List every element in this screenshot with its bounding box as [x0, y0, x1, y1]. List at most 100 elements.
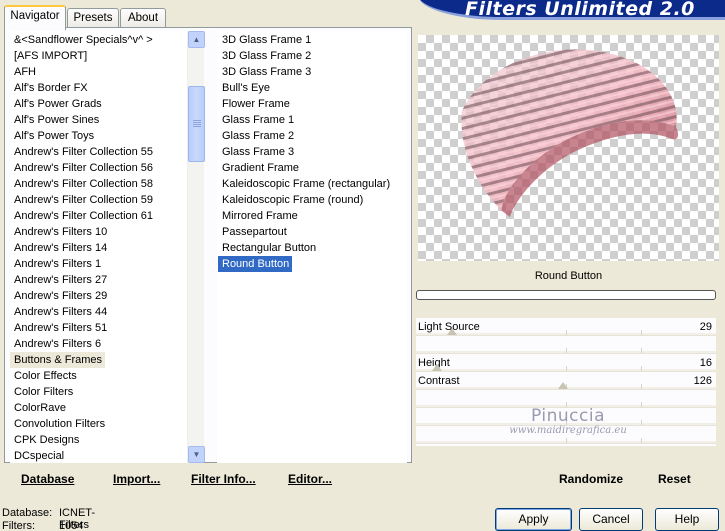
filters-count: 1054: [59, 520, 84, 531]
filter-item[interactable]: Gradient Frame: [218, 160, 302, 176]
category-item[interactable]: ColorRave: [10, 400, 69, 416]
selected-filter-name: Round Button: [534, 270, 603, 282]
filter-item[interactable]: 3D Glass Frame 1: [218, 32, 314, 48]
category-item[interactable]: Andrew's Filters 44: [10, 304, 110, 320]
watermark: Pinuccia www.maidiregrafica.eu: [458, 406, 678, 436]
category-item[interactable]: Alf's Power Grads: [10, 96, 105, 112]
filter-item[interactable]: Flower Frame: [218, 96, 293, 112]
category-item[interactable]: Buttons & Frames: [10, 352, 106, 368]
category-item[interactable]: [AFS IMPORT]: [10, 48, 90, 64]
filter-item-label: Kaleidoscopic Frame (round): [222, 194, 364, 206]
category-item[interactable]: Color Effects: [10, 368, 80, 384]
slider-value: 29: [699, 321, 712, 333]
tab-about[interactable]: About: [120, 8, 166, 28]
filter-list[interactable]: 3D Glass Frame 1 3D Glass Frame 2 3D Glass…: [217, 31, 407, 463]
slider-row[interactable]: Contrast 126: [416, 372, 716, 390]
import-button[interactable]: Import...: [113, 472, 160, 486]
filters-status: Filters: 1054: [2, 520, 83, 531]
filter-item[interactable]: Rectangular Button: [218, 240, 319, 256]
filter-item-label: Flower Frame: [222, 98, 290, 110]
category-item[interactable]: &<Sandflower Specials^v^ >: [10, 32, 156, 48]
filter-item[interactable]: Glass Frame 1: [218, 112, 297, 128]
filter-item[interactable]: Round Button: [218, 256, 293, 272]
filter-item[interactable]: Kaleidoscopic Frame (rectangular): [218, 176, 393, 192]
tab-navigator[interactable]: Navigator: [4, 5, 66, 30]
filters-label: Filters:: [2, 520, 35, 531]
scroll-up-icon[interactable]: ▲: [188, 31, 205, 48]
scroll-thumb[interactable]: [188, 86, 205, 162]
category-item[interactable]: Andrew's Filters 14: [10, 240, 110, 256]
filter-item-label: 3D Glass Frame 1: [222, 34, 312, 46]
filter-item-label: 3D Glass Frame 3: [222, 66, 312, 78]
category-item[interactable]: Convolution Filters: [10, 416, 108, 432]
slider-row[interactable]: Light Source 29: [416, 318, 716, 336]
category-item[interactable]: Andrew's Filters 27: [10, 272, 110, 288]
filter-item[interactable]: Passepartout: [218, 224, 290, 240]
category-item[interactable]: Andrew's Filters 29: [10, 288, 110, 304]
category-item[interactable]: CPK Designs: [10, 432, 82, 448]
slider-row[interactable]: Height 16: [416, 354, 716, 372]
category-item[interactable]: Andrew's Filters 6: [10, 336, 104, 352]
category-scrollbar[interactable]: ▲ ▼: [187, 31, 205, 463]
editor-button[interactable]: Editor...: [288, 472, 332, 486]
category-item[interactable]: Andrew's Filter Collection 58: [10, 176, 156, 192]
filter-item[interactable]: Glass Frame 3: [218, 144, 297, 160]
slider-tick: [566, 330, 567, 335]
category-list[interactable]: &<Sandflower Specials^v^ > [AFS IMPORT] AF…: [10, 31, 204, 463]
category-item[interactable]: DCspecial: [10, 448, 67, 463]
filter-item-label: Rectangular Button: [222, 242, 317, 254]
slider-tick: [641, 438, 642, 443]
scroll-down-icon[interactable]: ▼: [188, 446, 205, 463]
category-item[interactable]: Andrew's Filters 1: [10, 256, 104, 272]
app-title: Filters Unlimited 2.0: [465, 0, 695, 20]
slider-row[interactable]: [416, 336, 716, 354]
category-item[interactable]: Alf's Border FX: [10, 80, 91, 96]
slider-label: Contrast: [418, 375, 460, 387]
slider-tick: [566, 366, 567, 371]
category-item[interactable]: Andrew's Filters 10: [10, 224, 110, 240]
filter-item[interactable]: Glass Frame 2: [218, 128, 297, 144]
database-button[interactable]: Database: [21, 472, 74, 486]
filter-item[interactable]: Mirrored Frame: [218, 208, 301, 224]
watermark-name: Pinuccia: [531, 406, 605, 426]
filter-item[interactable]: 3D Glass Frame 2: [218, 48, 314, 64]
reset-button[interactable]: Reset: [658, 472, 691, 486]
slider-value: 16: [699, 357, 712, 369]
category-item[interactable]: Andrew's Filters 51: [10, 320, 110, 336]
filter-item-label: Glass Frame 3: [222, 146, 295, 158]
category-item[interactable]: Andrew's Filter Collection 56: [10, 160, 156, 176]
slider-thumb[interactable]: [432, 364, 442, 371]
category-item[interactable]: Color Filters: [10, 384, 76, 400]
filter-item[interactable]: 3D Glass Frame 3: [218, 64, 314, 80]
slider-value: 126: [693, 375, 712, 387]
filter-item-label: Passepartout: [222, 226, 287, 238]
randomize-button[interactable]: Randomize: [559, 472, 623, 486]
database-status: Database: ICNET-Filters: [2, 507, 95, 531]
cancel-button[interactable]: Cancel: [579, 508, 643, 531]
category-item[interactable]: Andrew's Filter Collection 55: [10, 144, 156, 160]
category-item[interactable]: Andrew's Filter Collection 59: [10, 192, 156, 208]
filter-item-label: Gradient Frame: [222, 162, 300, 174]
filter-item-label: Mirrored Frame: [222, 210, 298, 222]
filter-info-button[interactable]: Filter Info...: [191, 472, 256, 486]
slider-thumb[interactable]: [558, 382, 568, 389]
category-item[interactable]: Andrew's Filter Collection 61: [10, 208, 156, 224]
filter-item-label: Glass Frame 1: [222, 114, 295, 126]
tab-presets[interactable]: Presets: [67, 8, 119, 28]
category-item[interactable]: Alf's Power Sines: [10, 112, 102, 128]
slider-thumb[interactable]: [447, 328, 457, 335]
watermark-url: www.maidiregrafica.eu: [509, 425, 627, 436]
filter-item[interactable]: Kaleidoscopic Frame (round): [218, 192, 366, 208]
preview-canvas: [418, 35, 719, 261]
slider-tick: [641, 366, 642, 371]
filter-item-label: Glass Frame 2: [222, 130, 295, 142]
filter-item[interactable]: Bull's Eye: [218, 80, 273, 96]
progress-bar: [416, 290, 716, 300]
apply-button[interactable]: Apply: [495, 508, 572, 531]
preview-button-image: [461, 49, 679, 217]
category-item[interactable]: AFH: [10, 64, 39, 80]
filter-item-label: Kaleidoscopic Frame (rectangular): [222, 178, 391, 190]
help-button[interactable]: Help: [655, 508, 719, 531]
category-item[interactable]: Alf's Power Toys: [10, 128, 97, 144]
filter-item-label: Round Button: [222, 258, 290, 270]
